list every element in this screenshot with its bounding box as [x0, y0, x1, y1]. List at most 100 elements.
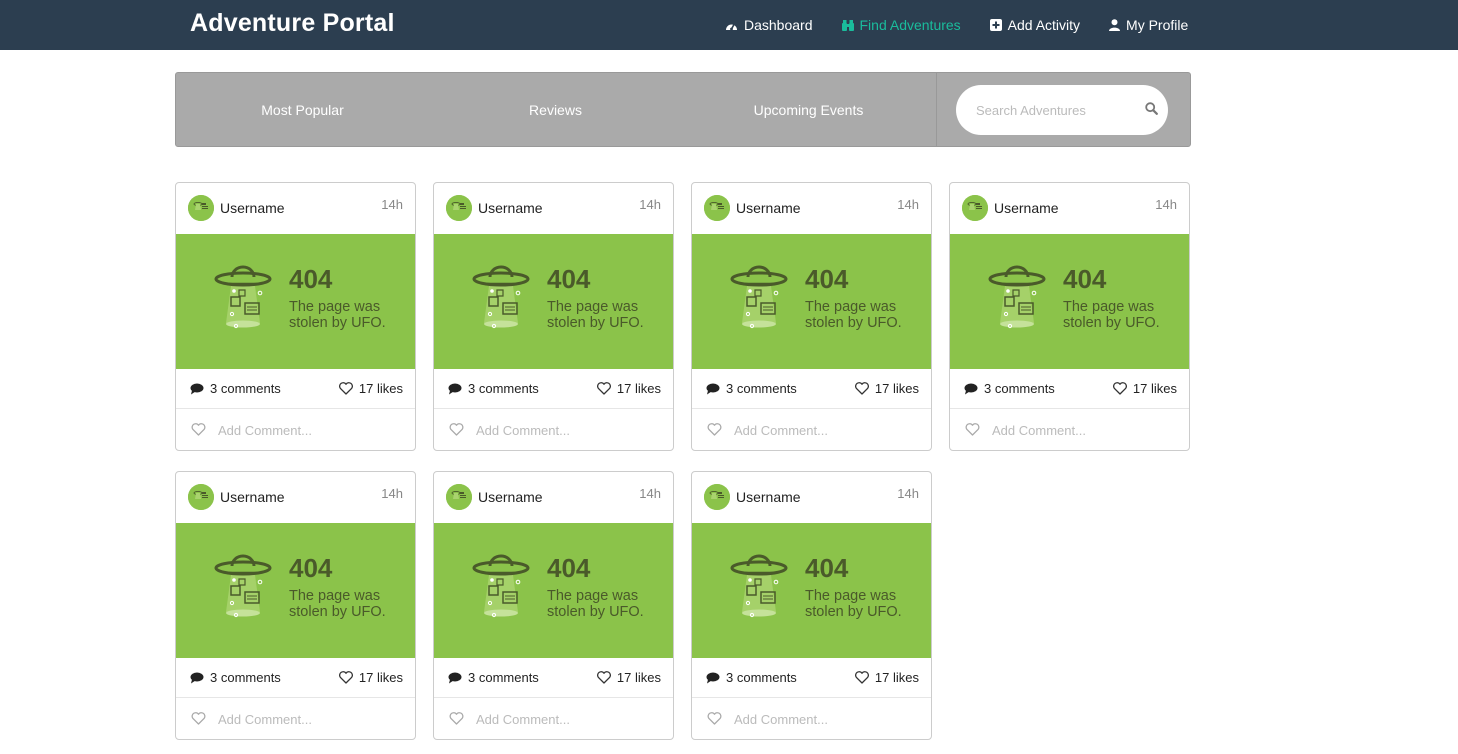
post-username[interactable]: Username	[478, 200, 543, 216]
avatar-image	[446, 195, 472, 221]
likes-count: 17 likes	[616, 670, 661, 685]
avatar[interactable]	[704, 195, 730, 221]
top-navbar: Adventure Portal Dashboard Find Adventur…	[0, 0, 1458, 50]
post-stats: 3 comments 17 likes	[950, 369, 1189, 409]
likes-count: 17 likes	[874, 670, 919, 685]
like-heart-icon[interactable]	[707, 712, 722, 725]
search-box	[956, 85, 1168, 135]
post-card: Username 14h 404 The page was stolen by …	[691, 471, 932, 740]
comments-link[interactable]: 3 comments	[448, 670, 539, 685]
image-error-code: 404	[547, 264, 591, 294]
likes-count: 17 likes	[1132, 381, 1177, 396]
heart-outline-icon	[596, 671, 611, 684]
avatar[interactable]	[962, 195, 988, 221]
post-time: 14h	[897, 197, 919, 212]
comments-count: 3 comments	[468, 670, 539, 685]
search-input[interactable]	[976, 100, 1136, 120]
image-message-line2: stolen by UFO.	[289, 604, 386, 620]
post-stats: 3 comments 17 likes	[434, 369, 673, 409]
add-comment-input[interactable]	[218, 420, 403, 440]
post-username[interactable]: Username	[736, 200, 801, 216]
image-error-code: 404	[289, 264, 333, 294]
nav-find-adventures[interactable]: Find Adventures	[841, 17, 961, 33]
add-comment-input[interactable]	[476, 709, 661, 729]
post-image[interactable]: 404 The page was stolen by UFO.	[434, 523, 673, 658]
post-header: Username 14h	[950, 183, 1189, 234]
post-username[interactable]: Username	[736, 489, 801, 505]
post-username[interactable]: Username	[478, 489, 543, 505]
nav-add-activity[interactable]: Add Activity	[989, 17, 1080, 33]
post-username[interactable]: Username	[220, 489, 285, 505]
post-card: Username 14h 404 The page was stolen by …	[175, 182, 416, 451]
post-username[interactable]: Username	[220, 200, 285, 216]
tab-upcoming-events[interactable]: Upcoming Events	[682, 73, 935, 146]
add-comment-input[interactable]	[992, 420, 1177, 440]
post-time: 14h	[639, 486, 661, 501]
tab-most-popular[interactable]: Most Popular	[176, 73, 429, 146]
likes-link[interactable]: 17 likes	[596, 670, 661, 685]
nav-dashboard[interactable]: Dashboard	[725, 17, 813, 33]
comment-icon	[706, 383, 720, 394]
image-message-line1: The page was	[289, 299, 381, 315]
image-error-code: 404	[805, 553, 849, 583]
add-comment-input[interactable]	[734, 709, 919, 729]
like-heart-icon[interactable]	[191, 712, 206, 725]
avatar[interactable]	[446, 195, 472, 221]
avatar-image	[188, 195, 214, 221]
image-error-code: 404	[805, 264, 849, 294]
likes-link[interactable]: 17 likes	[596, 381, 661, 396]
post-comment-row	[692, 410, 931, 450]
comments-link[interactable]: 3 comments	[190, 670, 281, 685]
comments-link[interactable]: 3 comments	[190, 381, 281, 396]
post-comment-row	[176, 699, 415, 739]
post-image[interactable]: 404 The page was stolen by UFO.	[692, 523, 931, 658]
comments-count: 3 comments	[468, 381, 539, 396]
post-image[interactable]: 404 The page was stolen by UFO.	[176, 234, 415, 369]
like-heart-icon[interactable]	[707, 423, 722, 436]
ufo-illustration	[472, 554, 530, 618]
add-comment-input[interactable]	[218, 709, 403, 729]
add-comment-input[interactable]	[476, 420, 661, 440]
nav-find-adventures-label: Find Adventures	[859, 17, 961, 33]
likes-link[interactable]: 17 likes	[854, 670, 919, 685]
image-message-line1: The page was	[1063, 299, 1155, 315]
likes-link[interactable]: 17 likes	[338, 381, 403, 396]
heart-outline-icon	[596, 382, 611, 395]
post-stats: 3 comments 17 likes	[176, 658, 415, 698]
avatar[interactable]	[704, 484, 730, 510]
post-comment-row	[434, 699, 673, 739]
likes-link[interactable]: 17 likes	[1112, 381, 1177, 396]
add-comment-input[interactable]	[734, 420, 919, 440]
avatar[interactable]	[188, 195, 214, 221]
like-heart-icon[interactable]	[965, 423, 980, 436]
post-header: Username 14h	[434, 472, 673, 523]
dashboard-icon	[726, 23, 737, 30]
nav-my-profile[interactable]: My Profile	[1109, 17, 1188, 33]
app-title[interactable]: Adventure Portal	[190, 9, 395, 38]
post-image[interactable]: 404 The page was stolen by UFO.	[176, 523, 415, 658]
comments-link[interactable]: 3 comments	[706, 381, 797, 396]
comments-count: 3 comments	[726, 670, 797, 685]
post-image[interactable]: 404 The page was stolen by UFO.	[950, 234, 1189, 369]
post-username[interactable]: Username	[994, 200, 1059, 216]
avatar[interactable]	[446, 484, 472, 510]
post-time: 14h	[897, 486, 919, 501]
like-heart-icon[interactable]	[449, 712, 464, 725]
post-image[interactable]: 404 The page was stolen by UFO.	[434, 234, 673, 369]
post-card: Username 14h 404 The page was stolen by …	[949, 182, 1190, 451]
post-comment-row	[176, 410, 415, 450]
comments-link[interactable]: 3 comments	[964, 381, 1055, 396]
post-image[interactable]: 404 The page was stolen by UFO.	[692, 234, 931, 369]
comments-link[interactable]: 3 comments	[448, 381, 539, 396]
likes-link[interactable]: 17 likes	[854, 381, 919, 396]
nav-links: Dashboard Find Adventures Add Activity M…	[725, 0, 1217, 50]
avatar[interactable]	[188, 484, 214, 510]
image-message-line1: The page was	[289, 588, 381, 604]
like-heart-icon[interactable]	[449, 423, 464, 436]
search-icon[interactable]	[1145, 102, 1158, 115]
likes-link[interactable]: 17 likes	[338, 670, 403, 685]
like-heart-icon[interactable]	[191, 423, 206, 436]
comments-link[interactable]: 3 comments	[706, 670, 797, 685]
post-time: 14h	[1155, 197, 1177, 212]
tab-reviews[interactable]: Reviews	[429, 73, 682, 146]
